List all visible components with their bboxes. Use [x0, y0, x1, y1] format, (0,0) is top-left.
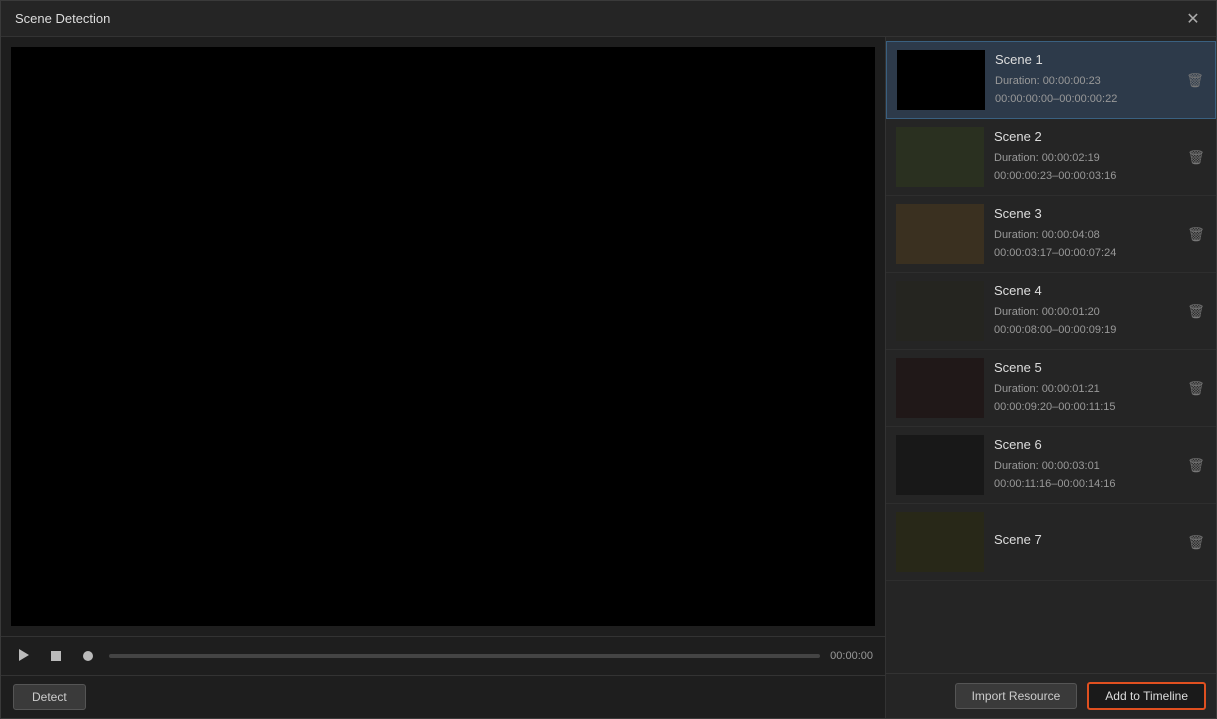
trash-icon: 🗑 — [1187, 534, 1205, 551]
scene-thumbnail — [896, 512, 984, 572]
play-icon — [19, 649, 29, 664]
record-icon — [83, 651, 93, 661]
scene-item[interactable]: Scene 3 Duration: 00:00:04:0800:00:03:17… — [886, 196, 1216, 273]
record-button[interactable] — [77, 645, 99, 667]
scene-delete-button[interactable]: 🗑 — [1186, 378, 1206, 398]
trash-icon: 🗑 — [1187, 457, 1205, 474]
scene-duration: Duration: 00:00:00:2300:00:00:00–00:00:0… — [995, 73, 1181, 108]
scene-title: Scene 1 — [995, 52, 1181, 67]
title-bar: Scene Detection ✕ — [1, 1, 1216, 37]
scene-duration: Duration: 00:00:01:2000:00:08:00–00:00:0… — [994, 304, 1182, 339]
scene-item[interactable]: Scene 5 Duration: 00:00:01:2100:00:09:20… — [886, 350, 1216, 427]
scene-item[interactable]: Scene 6 Duration: 00:00:03:0100:00:11:16… — [886, 427, 1216, 504]
trash-icon: 🗑 — [1187, 303, 1205, 320]
trash-icon: 🗑 — [1187, 149, 1205, 166]
scene-title: Scene 6 — [994, 437, 1182, 452]
scene-info: Scene 6 Duration: 00:00:03:0100:00:11:16… — [984, 437, 1182, 493]
scene-detection-window: Scene Detection ✕ 00:00:00 — [0, 0, 1217, 719]
scene-info: Scene 5 Duration: 00:00:01:2100:00:09:20… — [984, 360, 1182, 416]
scene-thumbnail — [896, 127, 984, 187]
scene-info: Scene 4 Duration: 00:00:01:2000:00:08:00… — [984, 283, 1182, 339]
scene-thumbnail — [896, 435, 984, 495]
scene-info: Scene 7 — [984, 532, 1182, 553]
video-preview — [11, 47, 875, 626]
scene-thumbnail — [896, 204, 984, 264]
play-button[interactable] — [13, 645, 35, 667]
right-bottom-bar: Import Resource Add to Timeline — [886, 673, 1216, 718]
trash-icon: 🗑 — [1187, 226, 1205, 243]
scene-duration: Duration: 00:00:04:0800:00:03:17–00:00:0… — [994, 227, 1182, 262]
scene-title: Scene 2 — [994, 129, 1182, 144]
close-button[interactable]: ✕ — [1184, 10, 1202, 28]
scene-thumbnail — [896, 281, 984, 341]
scene-item[interactable]: Scene 7 🗑 — [886, 504, 1216, 581]
right-panel: Scene 1 Duration: 00:00:00:2300:00:00:00… — [886, 37, 1216, 718]
scene-item[interactable]: Scene 2 Duration: 00:00:02:1900:00:00:23… — [886, 119, 1216, 196]
scene-delete-button[interactable]: 🗑 — [1185, 70, 1205, 90]
left-bottom-bar: Detect — [1, 675, 885, 718]
scene-info: Scene 1 Duration: 00:00:00:2300:00:00:00… — [985, 52, 1181, 108]
scene-title: Scene 3 — [994, 206, 1182, 221]
scene-duration: Duration: 00:00:01:2100:00:09:20–00:00:1… — [994, 381, 1182, 416]
window-title: Scene Detection — [15, 11, 110, 26]
time-display: 00:00:00 — [830, 650, 873, 662]
scene-duration: Duration: 00:00:02:1900:00:00:23–00:00:0… — [994, 150, 1182, 185]
scene-item[interactable]: Scene 4 Duration: 00:00:01:2000:00:08:00… — [886, 273, 1216, 350]
scene-delete-button[interactable]: 🗑 — [1186, 455, 1206, 475]
scene-delete-button[interactable]: 🗑 — [1186, 532, 1206, 552]
main-content: 00:00:00 Detect Scene 1 Duration: 00:00:… — [1, 37, 1216, 718]
scene-info: Scene 3 Duration: 00:00:04:0800:00:03:17… — [984, 206, 1182, 262]
import-resource-button[interactable]: Import Resource — [955, 683, 1078, 709]
trash-icon: 🗑 — [1186, 72, 1204, 89]
detect-button[interactable]: Detect — [13, 684, 86, 710]
stop-button[interactable] — [45, 645, 67, 667]
scene-delete-button[interactable]: 🗑 — [1186, 301, 1206, 321]
add-to-timeline-button[interactable]: Add to Timeline — [1087, 682, 1206, 710]
scene-delete-button[interactable]: 🗑 — [1186, 147, 1206, 167]
scenes-list: Scene 1 Duration: 00:00:00:2300:00:00:00… — [886, 37, 1216, 673]
scene-title: Scene 4 — [994, 283, 1182, 298]
scene-title: Scene 5 — [994, 360, 1182, 375]
scene-title: Scene 7 — [994, 532, 1182, 547]
scene-item[interactable]: Scene 1 Duration: 00:00:00:2300:00:00:00… — [886, 41, 1216, 119]
scene-thumbnail — [897, 50, 985, 110]
stop-icon — [51, 651, 61, 661]
trash-icon: 🗑 — [1187, 380, 1205, 397]
scene-thumbnail — [896, 358, 984, 418]
scene-delete-button[interactable]: 🗑 — [1186, 224, 1206, 244]
progress-bar[interactable] — [109, 654, 820, 658]
controls-bar: 00:00:00 — [1, 636, 885, 675]
left-panel: 00:00:00 Detect — [1, 37, 886, 718]
scene-info: Scene 2 Duration: 00:00:02:1900:00:00:23… — [984, 129, 1182, 185]
scene-duration: Duration: 00:00:03:0100:00:11:16–00:00:1… — [994, 458, 1182, 493]
